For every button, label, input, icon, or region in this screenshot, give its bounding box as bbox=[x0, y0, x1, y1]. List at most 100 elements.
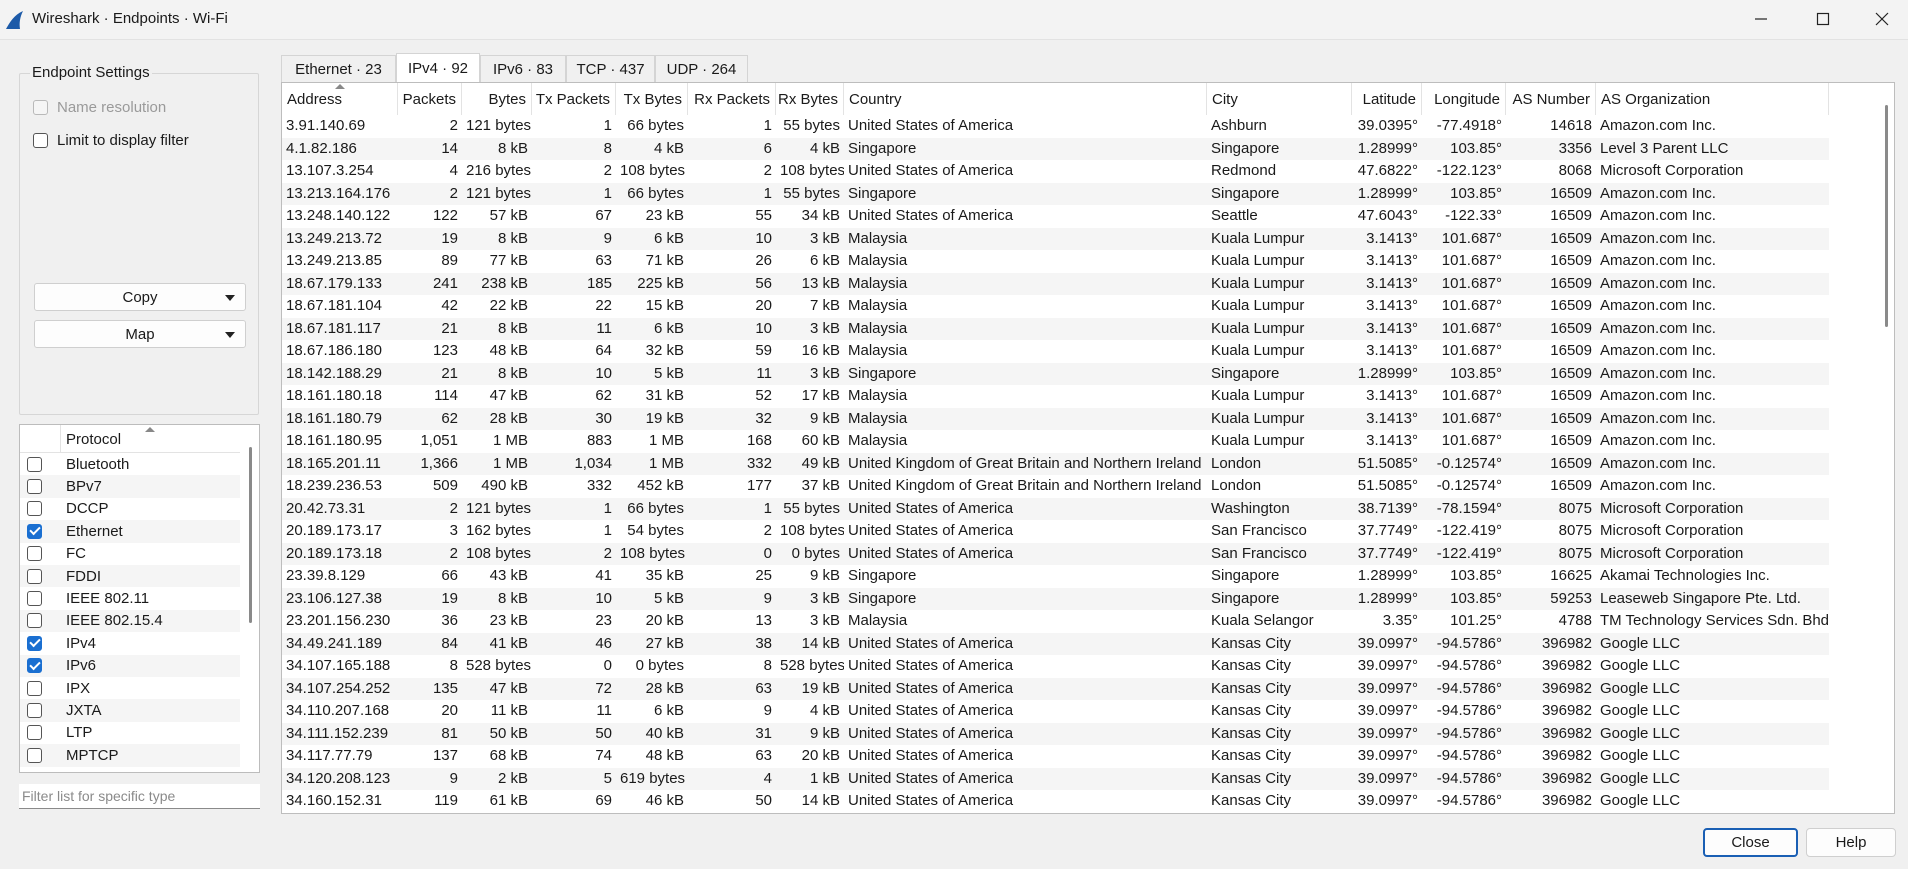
protocol-item[interactable]: IPv6 bbox=[20, 654, 240, 677]
copy-button[interactable]: Copy bbox=[34, 283, 246, 311]
limit-display-filter-checkbox[interactable]: Limit to display filter bbox=[33, 132, 189, 149]
table-row[interactable]: 3.91.140.69 2 121 bytes 1 66 bytes 1 55 bytes U… bbox=[282, 115, 1829, 138]
limit-display-filter-check[interactable] bbox=[33, 133, 48, 148]
table-row[interactable]: 13.249.213.85 89 77 kB 63 71 kB 26 6 kB Malaysi… bbox=[282, 250, 1829, 273]
table-row[interactable]: 18.67.186.180 123 48 kB 64 32 kB 59 16 kB Malay… bbox=[282, 340, 1829, 363]
protocol-list-header[interactable]: Protocol bbox=[20, 425, 240, 453]
table-row[interactable]: 18.161.180.79 62 28 kB 30 19 kB 32 9 kB Malaysi… bbox=[282, 407, 1829, 430]
table-row[interactable]: 34.120.208.123 9 2 kB 5 619 bytes 4 1 kB United… bbox=[282, 767, 1829, 790]
table-row[interactable]: 23.39.8.129 66 43 kB 41 35 kB 25 9 kB Singapore… bbox=[282, 565, 1829, 588]
table-row[interactable]: 4.1.82.186 14 8 kB 8 4 kB 6 4 kB Singapore Singa… bbox=[282, 137, 1829, 160]
table-row[interactable]: 18.142.188.29 21 8 kB 10 5 kB 11 3 kB Singapore… bbox=[282, 362, 1829, 385]
column-header-as-organization[interactable]: AS Organization bbox=[1596, 83, 1829, 115]
protocol-checkbox[interactable] bbox=[27, 680, 42, 696]
table-row[interactable]: 13.213.164.176 2 121 bytes 1 66 bytes 1 55 byt… bbox=[282, 182, 1829, 205]
table-row[interactable]: 18.165.201.11 1,366 1 MB 1,034 1 MB 332 49 kB U… bbox=[282, 452, 1829, 475]
endpoints-table[interactable]: Address Packets Bytes Tx Packets Tx Bytes Rx … bbox=[281, 82, 1895, 814]
column-header-rx-bytes[interactable]: Rx Bytes bbox=[776, 83, 844, 115]
table-row[interactable]: 34.49.241.189 84 41 kB 46 27 kB 38 14 kB United… bbox=[282, 632, 1829, 655]
protocol-checkbox[interactable] bbox=[27, 703, 42, 719]
column-header-packets[interactable]: Packets bbox=[398, 83, 462, 115]
protocol-checkbox[interactable] bbox=[27, 747, 42, 763]
protocol-item[interactable]: LTP bbox=[20, 722, 240, 744]
protocol-checkbox[interactable] bbox=[27, 479, 42, 495]
tab-udp[interactable]: UDP · 264 bbox=[655, 55, 748, 83]
table-row[interactable]: 18.239.236.53 509 490 kB 332 452 kB 177 37 kB U… bbox=[282, 475, 1829, 498]
table-row[interactable]: 34.160.152.31 119 61 kB 69 46 kB 50 14 kB Unite… bbox=[282, 790, 1829, 813]
cell-packets: 42 bbox=[441, 297, 458, 314]
protocol-item[interactable]: IEEE 802.15.4 bbox=[20, 609, 240, 633]
table-row[interactable]: 18.67.181.104 42 22 kB 22 15 kB 20 7 kB Malaysi… bbox=[282, 295, 1829, 318]
table-row[interactable]: 34.107.254.252 135 47 kB 72 28 kB 63 19 kB Unit… bbox=[282, 677, 1829, 700]
tab-ipv6[interactable]: IPv6 · 83 bbox=[480, 55, 566, 83]
protocol-checkbox[interactable] bbox=[27, 635, 42, 651]
protocol-checkbox[interactable] bbox=[27, 456, 42, 472]
protocol-item[interactable]: BPv7 bbox=[20, 475, 240, 498]
minimize-button[interactable] bbox=[1738, 0, 1784, 38]
close-button[interactable]: Close bbox=[1703, 828, 1798, 857]
table-scrollbar[interactable] bbox=[1882, 105, 1892, 805]
protocol-item[interactable]: FC bbox=[20, 543, 240, 565]
table-row[interactable]: 23.106.127.38 19 8 kB 10 5 kB 9 3 kB Singapore S… bbox=[282, 587, 1829, 610]
help-button[interactable]: Help bbox=[1806, 828, 1896, 857]
table-row[interactable]: 13.107.3.254 4 216 bytes 2 108 bytes 2 108 byt… bbox=[282, 160, 1829, 183]
table-row[interactable]: 20.189.173.17 3 162 bytes 1 54 bytes 2 108 byt… bbox=[282, 520, 1829, 543]
tab-tcp[interactable]: TCP · 437 bbox=[566, 55, 655, 83]
protocol-item[interactable]: IPX bbox=[20, 677, 240, 699]
close-window-button[interactable] bbox=[1859, 0, 1905, 38]
column-header-as-number[interactable]: AS Number bbox=[1506, 83, 1596, 115]
column-header-latitude[interactable]: Latitude bbox=[1352, 83, 1422, 115]
name-resolution-check[interactable] bbox=[33, 100, 48, 115]
tab-ethernet[interactable]: Ethernet · 23 bbox=[281, 55, 396, 83]
table-row[interactable]: 18.67.179.133 241 238 kB 185 225 kB 56 13 kB Ma… bbox=[282, 272, 1829, 295]
protocol-checkbox[interactable] bbox=[27, 501, 42, 517]
column-header-city[interactable]: City bbox=[1207, 83, 1352, 115]
table-row[interactable]: 18.67.181.117 21 8 kB 11 6 kB 10 3 kB Malaysia K… bbox=[282, 317, 1829, 340]
column-header-country[interactable]: Country bbox=[844, 83, 1207, 115]
protocol-checkbox[interactable] bbox=[27, 613, 42, 629]
protocol-item[interactable]: IPv4 bbox=[20, 632, 240, 654]
map-button[interactable]: Map bbox=[34, 320, 246, 348]
protocol-column-header[interactable]: Protocol bbox=[66, 431, 121, 448]
protocol-checkbox[interactable] bbox=[27, 725, 42, 741]
cell-longitude: 101.687° bbox=[1441, 297, 1502, 314]
protocol-filter-input[interactable] bbox=[19, 784, 260, 809]
protocol-checkbox[interactable] bbox=[27, 591, 42, 607]
table-row[interactable]: 34.117.77.79 137 68 kB 74 48 kB 63 20 kB United… bbox=[282, 745, 1829, 768]
protocol-item[interactable]: Ethernet bbox=[20, 520, 240, 543]
protocol-checkbox[interactable] bbox=[27, 658, 42, 674]
column-header-address[interactable]: Address bbox=[282, 83, 398, 115]
table-row[interactable]: 23.201.156.230 36 23 kB 23 20 kB 13 3 kB Malays… bbox=[282, 610, 1829, 633]
protocol-checkbox[interactable] bbox=[27, 568, 42, 584]
table-row[interactable]: 13.248.140.122 122 57 kB 67 23 kB 55 34 kB Unit… bbox=[282, 205, 1829, 228]
maximize-button[interactable] bbox=[1800, 0, 1846, 38]
table-row[interactable]: 18.161.180.95 1,051 1 MB 883 1 MB 168 60 kB Mal… bbox=[282, 430, 1829, 453]
table-row[interactable]: 20.42.73.31 2 121 bytes 1 66 bytes 1 55 bytes U… bbox=[282, 497, 1829, 520]
protocol-item[interactable]: MPTCP bbox=[20, 744, 240, 767]
column-header-tx-bytes[interactable]: Tx Bytes bbox=[616, 83, 688, 115]
protocol-list-scrollbar[interactable] bbox=[246, 447, 258, 769]
scrollbar-thumb[interactable] bbox=[1885, 105, 1888, 327]
scrollbar-thumb[interactable] bbox=[249, 447, 252, 623]
table-row[interactable]: 20.189.173.18 2 108 bytes 2 108 bytes 0 0 byte… bbox=[282, 542, 1829, 565]
table-row[interactable]: 13.249.213.72 19 8 kB 9 6 kB 10 3 kB Malaysia Ku… bbox=[282, 227, 1829, 250]
protocol-list[interactable]: Protocol Bluetooth BPv7 DCCP Ethernet FC FDDI… bbox=[19, 424, 260, 773]
column-header-bytes[interactable]: Bytes bbox=[462, 83, 532, 115]
table-row[interactable]: 34.110.207.168 20 11 kB 11 6 kB 9 4 kB United S… bbox=[282, 700, 1829, 723]
protocol-item[interactable]: DCCP bbox=[20, 498, 240, 520]
protocol-checkbox[interactable] bbox=[27, 546, 42, 562]
column-header-rx-packets[interactable]: Rx Packets bbox=[688, 83, 776, 115]
table-row[interactable]: 34.111.152.239 81 50 kB 50 40 kB 31 9 kB United… bbox=[282, 722, 1829, 745]
column-header-longitude[interactable]: Longitude bbox=[1422, 83, 1506, 115]
column-header-tx-packets[interactable]: Tx Packets bbox=[532, 83, 616, 115]
table-row[interactable]: 34.107.165.188 8 528 bytes 0 0 bytes 8 528 byt… bbox=[282, 655, 1829, 678]
protocol-item[interactable]: IEEE 802.11 bbox=[20, 587, 240, 609]
table-row[interactable]: 18.161.180.18 114 47 kB 62 31 kB 52 17 kB Malay… bbox=[282, 385, 1829, 408]
protocol-item[interactable]: JXTA bbox=[20, 699, 240, 722]
protocol-checkbox[interactable] bbox=[27, 523, 42, 539]
name-resolution-checkbox[interactable]: Name resolution bbox=[33, 99, 166, 116]
protocol-item[interactable]: Bluetooth bbox=[20, 453, 240, 475]
protocol-item[interactable]: FDDI bbox=[20, 565, 240, 588]
cell-address: 13.249.213.85 bbox=[286, 252, 382, 269]
tab-ipv4[interactable]: IPv4 · 92 bbox=[396, 53, 480, 82]
